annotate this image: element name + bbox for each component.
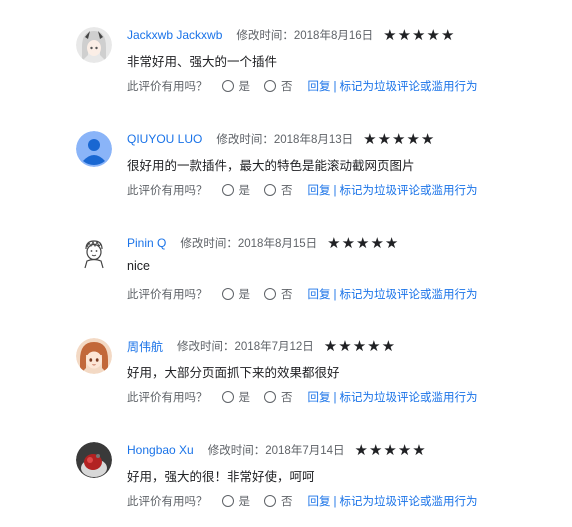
link-separator: | [333, 289, 337, 301]
helpful-yes-radio[interactable] [221, 184, 234, 196]
link-separator: | [333, 496, 337, 508]
helpful-row: 此评价有用吗？ 是 否 回复 | 标记为垃圾评论或滥用行为 [127, 493, 478, 509]
helpful-row: 此评价有用吗？ 是 否 回复 | 标记为垃圾评论或滥用行为 [127, 286, 478, 302]
helpful-yes-radio[interactable] [221, 391, 234, 403]
star-rating: ★★★★★ [323, 338, 397, 355]
helpful-question: 此评价有用吗？ [127, 81, 208, 93]
reply-link[interactable]: 回复 [308, 496, 331, 508]
review-actions: 回复 | 标记为垃圾评论或滥用行为 [308, 286, 478, 302]
reply-link[interactable]: 回复 [308, 185, 331, 197]
review-item: QIUYOU LUO 修改时间：2018年8月13日 ★★★★★ 很好用的一款插… [0, 131, 572, 221]
helpful-yes-radio[interactable] [221, 80, 234, 92]
review-text: 很好用的一款插件，最大的特色是能滚动截网页图片 [127, 159, 415, 173]
helpful-question: 此评价有用吗？ [127, 289, 208, 301]
helpful-yes-label[interactable]: 是 [239, 493, 251, 509]
review-item: Pinin Q 修改时间：2018年8月15日 ★★★★★ nice 此评价有用… [0, 235, 572, 325]
default-person-avatar-icon [76, 131, 112, 167]
helpful-yes-label[interactable]: 是 [239, 182, 251, 198]
avatar [76, 338, 112, 374]
review-header: Pinin Q 修改时间：2018年8月15日 ★★★★★ [127, 234, 399, 252]
review-author[interactable]: QIUYOU LUO [127, 132, 202, 146]
reply-link[interactable]: 回复 [308, 81, 331, 93]
review-list: Jackxwb Jackxwb 修改时间：2018年8月16日 ★★★★★ 非常… [0, 0, 572, 527]
review-author[interactable]: Jackxwb Jackxwb [127, 28, 222, 42]
link-separator: | [333, 392, 337, 404]
anime-girl-avatar-icon [76, 338, 112, 374]
helpful-question: 此评价有用吗？ [127, 496, 208, 508]
helpful-no-radio[interactable] [264, 391, 276, 403]
review-text: nice [127, 259, 150, 273]
helpful-no-label[interactable]: 否 [281, 78, 293, 94]
review-date: 修改时间：2018年8月15日 [180, 238, 318, 250]
review-author[interactable]: Pinin Q [127, 236, 166, 250]
review-text: 非常好用、强大的一个插件 [127, 55, 278, 69]
star-rating: ★★★★★ [327, 235, 400, 252]
review-header: Hongbao Xu 修改时间：2018年7月14日 ★★★★★ [127, 441, 427, 459]
avatar [76, 131, 112, 167]
review-item: 周伟航 修改时间：2018年7月12日 ★★★★★ 好用，大部分页面抓下来的效果… [0, 338, 572, 428]
star-rating: ★★★★★ [383, 27, 456, 44]
link-separator: | [333, 185, 337, 197]
helpful-no-radio[interactable] [264, 184, 276, 196]
helpful-yes-label[interactable]: 是 [239, 78, 251, 94]
review-date: 修改时间：2018年7月12日 [177, 341, 314, 353]
star-rating: ★★★★★ [354, 442, 427, 459]
helpful-yes-label[interactable]: 是 [239, 389, 251, 405]
helpful-question: 此评价有用吗？ [127, 185, 208, 197]
helpful-no-label[interactable]: 否 [281, 182, 293, 198]
review-date: 修改时间：2018年8月13日 [216, 134, 354, 146]
avatar [76, 27, 112, 63]
reply-link[interactable]: 回复 [308, 392, 331, 404]
star-rating: ★★★★★ [363, 131, 436, 148]
review-author[interactable]: Hongbao Xu [127, 443, 194, 457]
review-header: QIUYOU LUO 修改时间：2018年8月13日 ★★★★★ [127, 130, 435, 148]
review-item: Hongbao Xu 修改时间：2018年7月14日 ★★★★★ 好用，强大的很… [0, 442, 572, 527]
helpful-yes-radio[interactable] [221, 288, 234, 300]
review-header: 周伟航 修改时间：2018年7月12日 ★★★★★ [127, 337, 396, 355]
helpful-no-radio[interactable] [264, 495, 276, 507]
review-date: 修改时间：2018年7月14日 [207, 445, 345, 457]
photo-avatar-icon [76, 442, 112, 478]
reply-link[interactable]: 回复 [308, 289, 331, 301]
helpful-yes-radio[interactable] [221, 495, 234, 507]
anime-girl-avatar-icon [76, 27, 112, 63]
report-spam-link[interactable]: 标记为垃圾评论或滥用行为 [340, 392, 478, 404]
sketch-boy-avatar-icon [76, 235, 112, 271]
review-actions: 回复 | 标记为垃圾评论或滥用行为 [308, 493, 478, 509]
review-actions: 回复 | 标记为垃圾评论或滥用行为 [308, 389, 478, 405]
avatar [76, 235, 112, 271]
helpful-no-label[interactable]: 否 [281, 286, 293, 302]
helpful-question: 此评价有用吗？ [127, 392, 208, 404]
review-author[interactable]: 周伟航 [127, 338, 163, 355]
review-actions: 回复 | 标记为垃圾评论或滥用行为 [308, 182, 478, 198]
report-spam-link[interactable]: 标记为垃圾评论或滥用行为 [340, 185, 478, 197]
helpful-row: 此评价有用吗？ 是 否 回复 | 标记为垃圾评论或滥用行为 [127, 182, 478, 198]
review-header: Jackxwb Jackxwb 修改时间：2018年8月16日 ★★★★★ [127, 26, 455, 44]
review-text: 好用，强大的很！非常好使，呵呵 [127, 470, 315, 484]
avatar [76, 442, 112, 478]
link-separator: | [333, 81, 337, 93]
helpful-no-label[interactable]: 否 [281, 493, 293, 509]
helpful-yes-label[interactable]: 是 [239, 286, 251, 302]
helpful-no-radio[interactable] [264, 80, 276, 92]
helpful-row: 此评价有用吗？ 是 否 回复 | 标记为垃圾评论或滥用行为 [127, 389, 478, 405]
review-text: 好用，大部分页面抓下来的效果都很好 [127, 366, 340, 380]
helpful-row: 此评价有用吗？ 是 否 回复 | 标记为垃圾评论或滥用行为 [127, 78, 478, 94]
report-spam-link[interactable]: 标记为垃圾评论或滥用行为 [340, 81, 478, 93]
helpful-no-radio[interactable] [264, 288, 276, 300]
helpful-no-label[interactable]: 否 [281, 389, 293, 405]
review-date: 修改时间：2018年8月16日 [236, 30, 374, 42]
review-item: Jackxwb Jackxwb 修改时间：2018年8月16日 ★★★★★ 非常… [0, 27, 572, 117]
review-actions: 回复 | 标记为垃圾评论或滥用行为 [308, 78, 478, 94]
report-spam-link[interactable]: 标记为垃圾评论或滥用行为 [340, 289, 478, 301]
report-spam-link[interactable]: 标记为垃圾评论或滥用行为 [340, 496, 478, 508]
